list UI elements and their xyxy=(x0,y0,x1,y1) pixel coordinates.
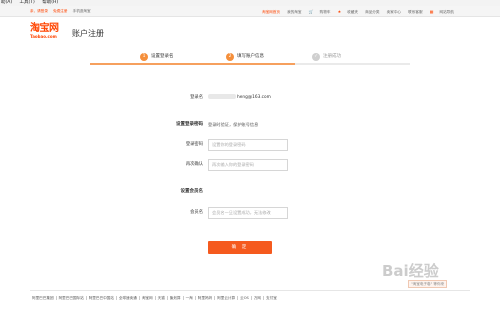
watermark-text: Bai经验 xyxy=(382,262,439,280)
progress-fill xyxy=(90,63,295,65)
menu-item-tools[interactable]: 工具(T) xyxy=(20,0,35,5)
confirm-password-input[interactable]: 再次输入你的登录密码 xyxy=(208,159,288,171)
home-link[interactable]: 淘宝网首页 xyxy=(262,10,280,14)
login-name-label: 登录名 xyxy=(190,95,203,100)
confirm-password-label: 再次确认 xyxy=(185,162,203,167)
topbar-right: 淘宝网首页 我的淘宝 🛒 购物车 ★ 收藏夹 商品分类 卖家中心 联系客服 ▦ 网站导… xyxy=(262,6,460,18)
mobile-link[interactable]: 手机逛淘宝 xyxy=(73,9,91,13)
footer-link[interactable]: 天猫 xyxy=(155,296,168,300)
footer-link[interactable]: 一淘 xyxy=(183,296,196,300)
categories-link[interactable]: 商品分类 xyxy=(365,10,379,14)
watermark-caption: "淘宝电子卷" 等你来 xyxy=(408,280,448,288)
site-topbar: 亲，请登录 免费注册 手机逛淘宝 淘宝网首页 我的淘宝 🛒 购物车 ★ 收藏夹 商品… xyxy=(0,6,500,17)
login-name-value: heng@163.com xyxy=(208,93,271,103)
footer-link[interactable]: 聚划算 xyxy=(167,296,184,300)
step-1-number: 1 xyxy=(140,53,148,61)
my-taobao-link[interactable]: 我的淘宝 xyxy=(287,10,301,14)
member-name-label: 会员名 xyxy=(190,210,203,215)
step-2: 2 填写账户信息 xyxy=(226,52,264,62)
member-name-input[interactable]: 会员名一旦设置成功，无法修改 xyxy=(208,207,288,219)
footer-link[interactable]: 云OS xyxy=(238,296,252,300)
step-3: ✓ 注册成功 xyxy=(312,52,341,62)
footer-link[interactable]: 阿里云计算 xyxy=(215,296,239,300)
cart-icon: 🛒 xyxy=(308,9,314,14)
star-icon: ★ xyxy=(337,9,342,14)
topbar-left: 亲，请登录 免费注册 手机逛淘宝 xyxy=(30,6,95,17)
favorites-link[interactable]: 收藏夹 xyxy=(347,10,358,14)
footer-link[interactable]: 淘宝网 xyxy=(139,296,156,300)
cart-link[interactable]: 购物车 xyxy=(320,10,331,14)
step-1: 1 设置登录名 xyxy=(140,52,174,62)
login-name-text: heng@163.com xyxy=(237,95,271,100)
logo-main-text: 淘宝网 xyxy=(30,23,59,34)
member-section-title: 设置会员名 xyxy=(180,189,204,194)
confirm-button[interactable]: 确 定 xyxy=(208,241,272,254)
footer-link[interactable]: 阿里巴巴国际站 xyxy=(56,296,87,300)
footer-link[interactable]: 阿里巴巴中国站 xyxy=(86,296,117,300)
footer-link[interactable]: 全球速卖通 xyxy=(116,296,140,300)
register-link[interactable]: 免费注册 xyxy=(53,9,67,13)
logo-sub-text: Taobao.com xyxy=(30,34,57,39)
footer-link[interactable]: 阿里妈妈 xyxy=(195,296,216,300)
redacted-mask xyxy=(208,94,236,99)
menu-item-help[interactable]: 帮助(H) xyxy=(42,0,58,5)
footer-links: 阿里巴巴集团 阿里巴巴国际站 阿里巴巴中国站 全球速卖通 淘宝网 天猫 聚划算 一淘 阿里妈妈阿… xyxy=(30,294,279,302)
password-input[interactable]: 设置你的登录密码 xyxy=(208,139,288,151)
step-2-label: 填写账户信息 xyxy=(237,54,264,59)
grid-icon: ▦ xyxy=(429,9,434,14)
password-label: 登录密码 xyxy=(185,142,203,147)
taobao-logo[interactable]: 淘宝网 Taobao.com xyxy=(30,24,70,40)
baidu-jingyan-watermark: Bai经验 "淘宝电子卷" 等你来 xyxy=(382,262,482,292)
menu-item-help-a[interactable]: 助(A) xyxy=(1,0,12,5)
progress-track xyxy=(90,63,410,65)
login-link[interactable]: 亲，请登录 xyxy=(30,9,48,13)
site-nav-link[interactable]: 网站导航 xyxy=(439,10,453,14)
footer-link[interactable]: 支付宝 xyxy=(264,296,279,300)
footer-link[interactable]: 阿里巴巴集团 xyxy=(30,296,57,300)
customer-service-link[interactable]: 联系客服 xyxy=(408,10,422,14)
password-hint: 登录时验证，保护账号信息 xyxy=(208,122,259,127)
page-title: 账户注册 xyxy=(72,29,104,38)
step-1-label: 设置登录名 xyxy=(151,54,174,59)
seller-center-link[interactable]: 卖家中心 xyxy=(387,10,401,14)
check-icon: ✓ xyxy=(312,53,320,61)
step-2-number: 2 xyxy=(226,53,234,61)
password-section-title: 设置登录密码 xyxy=(176,122,203,127)
footer-link[interactable]: 万网 xyxy=(251,296,265,300)
step-3-label: 注册成功 xyxy=(323,54,341,59)
